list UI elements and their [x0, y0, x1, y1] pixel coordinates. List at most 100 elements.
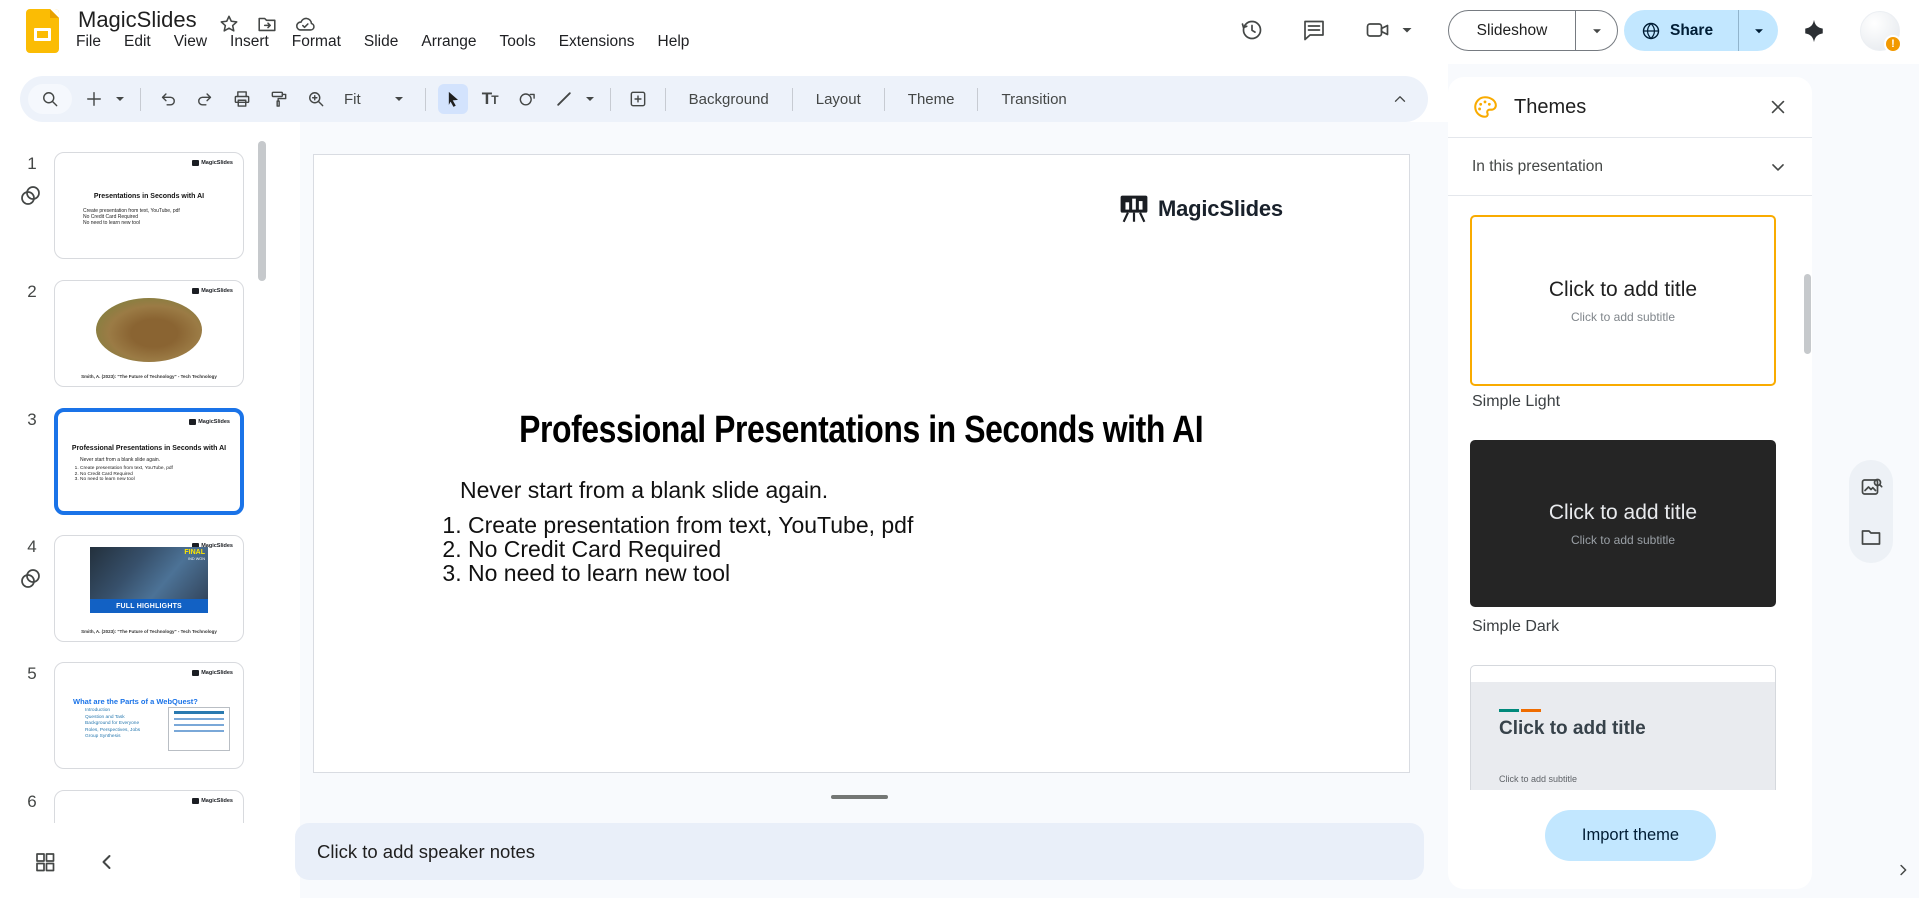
- filmstrip-scrollbar[interactable]: [258, 141, 266, 281]
- thumb-logo-text: MagicSlides: [201, 798, 233, 804]
- version-history-icon[interactable]: [1238, 16, 1266, 44]
- theme-card-simple-dark[interactable]: Click to add title Click to add subtitle: [1470, 440, 1776, 607]
- gemini-sparkle-icon[interactable]: [1800, 17, 1828, 45]
- star-icon[interactable]: [218, 13, 240, 35]
- new-slide-caret-icon[interactable]: [112, 91, 128, 107]
- slideshow-button[interactable]: Slideshow: [1449, 22, 1575, 40]
- video-strip: FULL HIGHLIGHTS: [90, 599, 208, 613]
- themes-panel: Themes In this presentation Click to add…: [1448, 77, 1812, 889]
- thumb-logo: MagicSlides: [192, 670, 233, 676]
- undo-button[interactable]: [153, 84, 183, 114]
- thumb-logo-text: MagicSlides: [201, 670, 233, 676]
- slide-canvas[interactable]: MagicSlides Professional Presentations i…: [313, 154, 1410, 773]
- theme-preview-title: Click to add title: [1548, 277, 1698, 301]
- filmstrip-row-5: 5 MagicSlides What are the Parts of a We…: [0, 662, 300, 770]
- slide-title[interactable]: Professional Presentations in Seconds wi…: [314, 409, 1409, 452]
- paint-format-button[interactable]: [264, 84, 294, 114]
- themes-panel-title: Themes: [1514, 95, 1587, 118]
- cloud-saved-icon[interactable]: [294, 13, 316, 35]
- menu-slide[interactable]: Slide: [364, 33, 398, 51]
- menu-help[interactable]: Help: [658, 33, 690, 51]
- theme-button[interactable]: Theme: [897, 91, 966, 108]
- linked-slide-icon: [21, 569, 40, 588]
- filmstrip-row-2: 2 MagicSlides Smith, A. (2023): "The Fut…: [0, 280, 300, 388]
- menu-format[interactable]: Format: [292, 33, 341, 51]
- menu-view[interactable]: View: [174, 33, 207, 51]
- grid-view-icon[interactable]: [33, 850, 57, 874]
- menu-arrange[interactable]: Arrange: [421, 33, 476, 51]
- slide-subtitle[interactable]: Never start from a blank slide again.: [460, 477, 828, 504]
- zoom-select[interactable]: Fit: [338, 91, 413, 108]
- camera-dropdown-caret-icon[interactable]: [1399, 22, 1415, 38]
- slide-thumbnail-3-selected[interactable]: MagicSlides Professional Presentations i…: [54, 408, 244, 515]
- background-button[interactable]: Background: [678, 91, 780, 108]
- document-title[interactable]: MagicSlides: [78, 7, 197, 33]
- undo-icon: [161, 93, 175, 106]
- print-button[interactable]: [227, 84, 257, 114]
- comments-icon[interactable]: [1300, 16, 1328, 44]
- hide-menus-button[interactable]: [1386, 85, 1414, 113]
- text-box-tool-button[interactable]: TT: [475, 84, 505, 114]
- theme-card-third[interactable]: Click to add title Click to add subtitle: [1470, 665, 1776, 790]
- menu-file[interactable]: File: [76, 33, 101, 51]
- line-tool-button[interactable]: [549, 84, 579, 114]
- transition-button[interactable]: Transition: [990, 91, 1077, 108]
- thumb-logo-icon: [192, 670, 200, 676]
- thumb-logo-text: MagicSlides: [201, 288, 233, 294]
- text-tool-icon: TT: [481, 89, 499, 108]
- account-warning-badge: !: [1884, 35, 1902, 53]
- list-item: No Credit Card Required: [468, 537, 913, 561]
- line-caret-icon[interactable]: [582, 91, 598, 107]
- thumb-title: What are the Parts of a WebQuest?: [73, 697, 198, 706]
- meet-camera-icon[interactable]: [1364, 16, 1392, 44]
- main-toolbar: Fit TT Background Layout Theme Transitio…: [20, 76, 1428, 122]
- menu-extensions[interactable]: Extensions: [559, 33, 635, 51]
- slide-numbered-list[interactable]: Create presentation from text, YouTube, …: [438, 513, 913, 585]
- thumb-caption: Smith, A. (2023): "The Future of Technol…: [81, 374, 217, 379]
- search-menus-button[interactable]: [28, 84, 72, 114]
- speaker-notes-box[interactable]: Click to add speaker notes: [295, 823, 1424, 880]
- close-icon[interactable]: [1768, 97, 1788, 117]
- menu-edit[interactable]: Edit: [124, 33, 151, 51]
- image-search-icon[interactable]: [1859, 475, 1883, 499]
- theme-name: Simple Light: [1472, 393, 1561, 410]
- accent-dashes: [1499, 709, 1541, 712]
- select-tool-button[interactable]: [437, 84, 468, 114]
- new-slide-button[interactable]: [79, 84, 109, 114]
- slide-thumbnail-5[interactable]: MagicSlides What are the Parts of a WebQ…: [54, 662, 244, 769]
- magicslides-logo-text: MagicSlides: [1158, 196, 1283, 221]
- notes-resize-handle[interactable]: [831, 795, 888, 799]
- slide-thumbnail-6[interactable]: MagicSlides: [54, 790, 244, 823]
- cricket-video-thumbnail: FINAL IND WON FULL HIGHLIGHTS: [90, 547, 208, 613]
- share-options-button[interactable]: [1739, 24, 1778, 38]
- theme-card-simple-light[interactable]: Click to add title Click to add subtitle: [1470, 215, 1776, 386]
- menu-tools[interactable]: Tools: [500, 33, 536, 51]
- slide-thumbnail-4[interactable]: MagicSlides FINAL IND WON FULL HIGHLIGHT…: [54, 535, 244, 642]
- collapse-filmstrip-chevron-left-icon[interactable]: [95, 850, 119, 874]
- slides-app-icon[interactable]: [26, 9, 59, 53]
- search-icon: [43, 92, 58, 107]
- themes-scrollbar[interactable]: [1804, 274, 1811, 354]
- slideshow-options-button[interactable]: [1576, 24, 1617, 38]
- chevron-right-icon: [1900, 864, 1907, 876]
- in-this-presentation-section[interactable]: In this presentation: [1448, 138, 1812, 195]
- thumb-title: Professional Presentations in Seconds wi…: [71, 445, 227, 452]
- show-side-panel-button[interactable]: [1891, 856, 1915, 884]
- layout-button[interactable]: Layout: [805, 91, 872, 108]
- import-theme-button[interactable]: Import theme: [1545, 810, 1716, 861]
- folder-icon[interactable]: [1859, 525, 1883, 549]
- redo-icon: [198, 93, 212, 106]
- account-avatar[interactable]: !: [1860, 11, 1902, 53]
- slide-thumbnail-2[interactable]: MagicSlides Smith, A. (2023): "The Futur…: [54, 280, 244, 387]
- redo-button[interactable]: [190, 84, 220, 114]
- shape-tool-button[interactable]: [512, 84, 542, 114]
- slide-thumbnail-1[interactable]: MagicSlides Presentations in Seconds wit…: [54, 152, 244, 259]
- zoom-in-button[interactable]: [301, 84, 331, 114]
- insert-comment-button[interactable]: [623, 84, 653, 114]
- menu-insert[interactable]: Insert: [230, 33, 269, 51]
- toolbar-divider: [791, 87, 793, 111]
- slide-filmstrip: 1 MagicSlides Presentations in Seconds w…: [0, 122, 300, 823]
- share-button[interactable]: Share: [1624, 21, 1738, 41]
- move-folder-icon[interactable]: [256, 13, 278, 35]
- theme-name: Simple Dark: [1472, 618, 1560, 635]
